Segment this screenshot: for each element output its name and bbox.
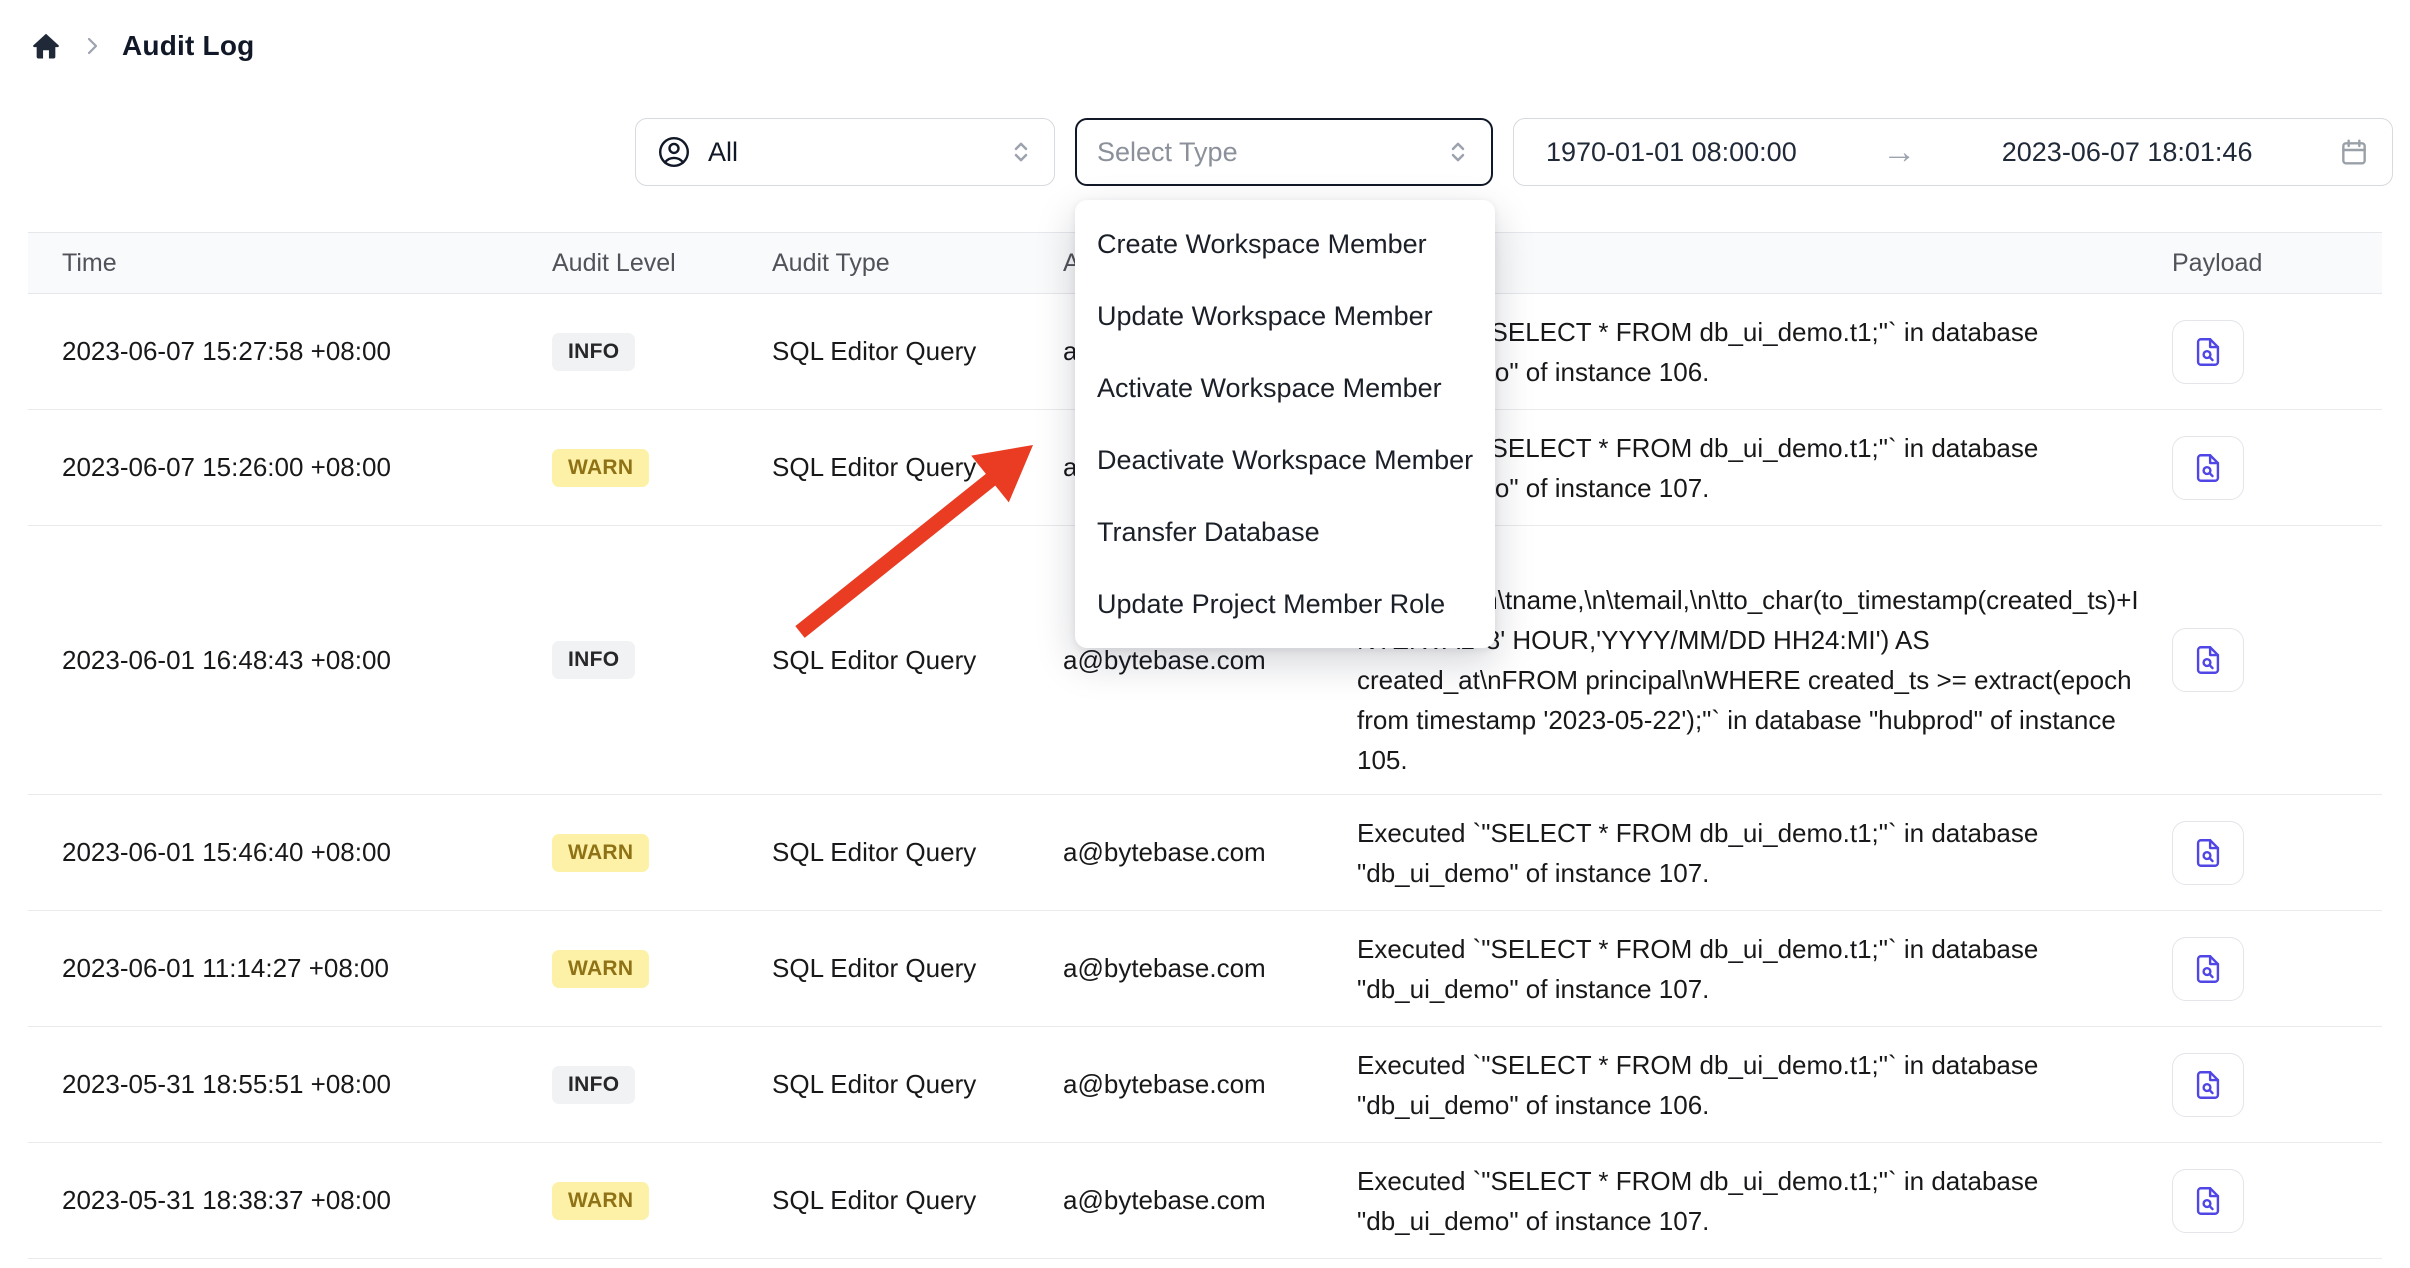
- table-row: 2023-06-01 11:14:27 +08:00 WARN SQL Edit…: [28, 911, 2382, 1027]
- chevron-right-icon: [80, 34, 104, 58]
- audit-level-badge: WARN: [552, 449, 649, 487]
- actor-cell: a@bytebase.com: [1063, 1069, 1357, 1100]
- time-cell: 2023-05-31 18:38:37 +08:00: [28, 1185, 552, 1216]
- type-option[interactable]: Activate Workspace Member: [1075, 352, 1495, 424]
- header-time: Time: [28, 249, 552, 278]
- comment-cell: Executed `"SELECT * FROM db_ui_demo.t1;"…: [1357, 929, 2172, 1009]
- page-title: Audit Log: [122, 30, 254, 62]
- breadcrumb: Audit Log: [0, 0, 2410, 62]
- comment-cell: Executed `"SELECT * FROM db_ui_demo.t1;"…: [1357, 1161, 2172, 1241]
- payload-view-button[interactable]: [2172, 937, 2244, 1001]
- audit-level-badge: WARN: [552, 1182, 649, 1220]
- document-search-icon: [2191, 836, 2225, 870]
- audit-type-cell: SQL Editor Query: [772, 336, 1063, 367]
- audit-level-badge: INFO: [552, 641, 635, 679]
- payload-view-button[interactable]: [2172, 821, 2244, 885]
- actor-filter-value: All: [708, 137, 738, 168]
- audit-type-cell: SQL Editor Query: [772, 953, 1063, 984]
- header-audit-type: Audit Type: [772, 249, 1063, 278]
- payload-view-button[interactable]: [2172, 1169, 2244, 1233]
- comment-cell: Executed `"SELECT * FROM db_ui_demo.t1;"…: [1357, 813, 2172, 893]
- document-search-icon: [2191, 1184, 2225, 1218]
- type-option[interactable]: Transfer Database: [1075, 496, 1495, 568]
- payload-cell: [2172, 628, 2382, 692]
- table-row: 2023-05-31 18:55:51 +08:00 INFO SQL Edit…: [28, 1027, 2382, 1143]
- payload-cell: [2172, 821, 2382, 885]
- type-filter-placeholder: Select Type: [1097, 137, 1238, 168]
- user-circle-icon: [656, 134, 692, 170]
- audit-level-badge: INFO: [552, 1066, 635, 1104]
- actor-cell: a@bytebase.com: [1063, 837, 1357, 868]
- payload-view-button[interactable]: [2172, 628, 2244, 692]
- document-search-icon: [2191, 643, 2225, 677]
- header-audit-level: Audit Level: [552, 249, 772, 278]
- audit-level-cell: INFO: [552, 641, 772, 679]
- type-filter-dropdown: Create Workspace MemberUpdate Workspace …: [1075, 200, 1495, 648]
- audit-level-cell: INFO: [552, 333, 772, 371]
- select-chevrons-icon: [1006, 137, 1036, 167]
- payload-view-button[interactable]: [2172, 436, 2244, 500]
- document-search-icon: [2191, 1068, 2225, 1102]
- time-cell: 2023-06-07 15:27:58 +08:00: [28, 336, 552, 367]
- document-search-icon: [2191, 335, 2225, 369]
- header-payload: Payload: [2172, 249, 2382, 278]
- type-option[interactable]: Update Workspace Member: [1075, 280, 1495, 352]
- table-row: 2023-06-01 15:46:40 +08:00 WARN SQL Edit…: [28, 795, 2382, 911]
- payload-cell: [2172, 436, 2382, 500]
- audit-level-cell: WARN: [552, 1182, 772, 1220]
- time-cell: 2023-06-07 15:26:00 +08:00: [28, 452, 552, 483]
- actor-cell: a@bytebase.com: [1063, 953, 1357, 984]
- audit-level-badge: WARN: [552, 834, 649, 872]
- time-cell: 2023-06-01 11:14:27 +08:00: [28, 953, 552, 984]
- select-chevrons-icon: [1443, 137, 1473, 167]
- actor-cell: a@bytebase.com: [1063, 645, 1357, 676]
- actor-cell: a@bytebase.com: [1063, 1185, 1357, 1216]
- audit-type-cell: SQL Editor Query: [772, 645, 1063, 676]
- payload-cell: [2172, 1169, 2382, 1233]
- arrow-right-icon: →: [1882, 135, 1916, 169]
- audit-level-cell: WARN: [552, 834, 772, 872]
- filter-bar: All Select Type Create Workspace MemberU…: [0, 118, 2410, 186]
- audit-type-cell: SQL Editor Query: [772, 452, 1063, 483]
- audit-type-cell: SQL Editor Query: [772, 837, 1063, 868]
- payload-cell: [2172, 1053, 2382, 1117]
- comment-cell: Executed `"SELECT * FROM db_ui_demo.t1;"…: [1357, 1045, 2172, 1125]
- table-row: 2023-05-31 18:38:37 +08:00 WARN SQL Edit…: [28, 1143, 2382, 1259]
- home-icon[interactable]: [30, 30, 62, 62]
- audit-type-cell: SQL Editor Query: [772, 1185, 1063, 1216]
- document-search-icon: [2191, 952, 2225, 986]
- date-range-start: 1970-01-01 08:00:00: [1546, 137, 1797, 168]
- time-cell: 2023-06-01 16:48:43 +08:00: [28, 645, 552, 676]
- audit-level-cell: WARN: [552, 950, 772, 988]
- payload-cell: [2172, 320, 2382, 384]
- payload-view-button[interactable]: [2172, 1053, 2244, 1117]
- time-cell: 2023-06-01 15:46:40 +08:00: [28, 837, 552, 868]
- payload-cell: [2172, 937, 2382, 1001]
- payload-view-button[interactable]: [2172, 320, 2244, 384]
- type-option[interactable]: Create Workspace Member: [1075, 208, 1495, 280]
- actor-filter-select[interactable]: All: [635, 118, 1055, 186]
- document-search-icon: [2191, 451, 2225, 485]
- date-range-end: 2023-06-07 18:01:46: [2002, 137, 2253, 168]
- audit-level-cell: INFO: [552, 1066, 772, 1104]
- type-option[interactable]: Deactivate Workspace Member: [1075, 424, 1495, 496]
- audit-level-cell: WARN: [552, 449, 772, 487]
- audit-level-badge: INFO: [552, 333, 635, 371]
- audit-type-cell: SQL Editor Query: [772, 1069, 1063, 1100]
- audit-level-badge: WARN: [552, 950, 649, 988]
- calendar-icon: [2338, 136, 2370, 168]
- date-range-picker[interactable]: 1970-01-01 08:00:00 → 2023-06-07 18:01:4…: [1513, 118, 2393, 186]
- type-option[interactable]: Update Project Member Role: [1075, 568, 1495, 640]
- type-filter-select[interactable]: Select Type Create Workspace MemberUpdat…: [1075, 118, 1493, 186]
- time-cell: 2023-05-31 18:55:51 +08:00: [28, 1069, 552, 1100]
